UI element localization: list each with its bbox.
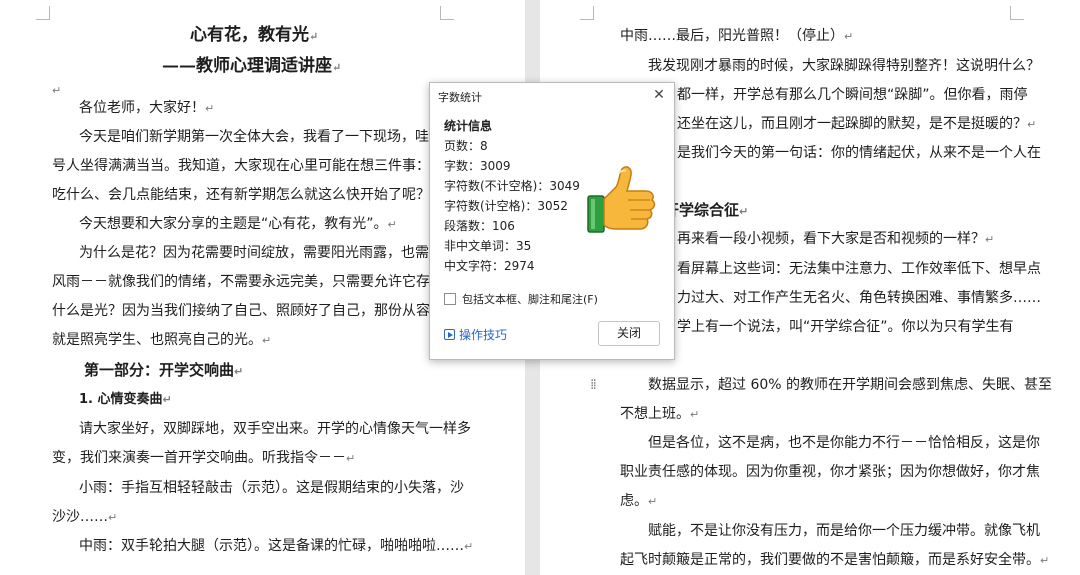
- body-line: 虑。↵: [620, 493, 658, 509]
- greeting-line: 各位老师，大家好！↵: [79, 100, 215, 116]
- drag-handle-icon[interactable]: ⁞⁞: [590, 377, 597, 393]
- body-line: 请大家坐好，双脚踩地，双手空出来。开学的心情像天气一样多: [79, 421, 471, 437]
- body-line: 沙沙……↵: [52, 509, 118, 525]
- thumbs-up-icon: [587, 166, 656, 233]
- body-line: 为什么是花？因为花需要时间绽放，需要阳光雨露，也需要接: [79, 245, 457, 261]
- body-line: 再来看一段小视频，看下大家是否和视频的一样？↵: [677, 231, 995, 247]
- body-line: 号人坐得满满当当。我知道，大家现在心里可能在想三件事：一会: [52, 158, 458, 174]
- body-line: 力过大、对工作产生无名火、角色转换困难、事情繁多……: [677, 290, 1041, 306]
- stat-chars-no-space: 字符数(不计空格)：3049: [444, 179, 580, 193]
- body-line: 吃什么、会几点能结束，还有新学期怎么就这么快开始了呢？↵: [52, 187, 439, 203]
- stat-words: 字数：3009: [444, 159, 511, 173]
- page-corner-mark: [36, 6, 50, 20]
- include-textbox-checkbox-row[interactable]: 包括文本框、脚注和尾注(F): [444, 291, 598, 307]
- tips-link[interactable]: 操作技巧: [444, 326, 507, 343]
- body-line: 不想上班。↵: [620, 406, 700, 422]
- stat-pages: 页数：8: [444, 139, 488, 153]
- body-line: 起飞时颠簸是正常的，我们要做的不是害怕颠簸，而是系好安全带。↵: [620, 552, 1050, 568]
- body-line: 变，我们来演奏一首开学交响曲。听我指令－－↵: [52, 450, 356, 466]
- body-line: 都一样，开学总有那么几个瞬间想“跺脚”。但你看，雨停: [677, 87, 1028, 103]
- body-line: 职业责任感的体现。因为你重视，你才紧张；因为你想做好，你才焦: [620, 464, 1040, 480]
- body-line: 但是各位，这不是病，也不是你能力不行－－恰恰相反，这是你: [648, 435, 1040, 451]
- include-textbox-checkbox[interactable]: [444, 293, 456, 305]
- sub-heading: 1. 心情变奏曲↵: [79, 392, 172, 407]
- tips-label: 操作技巧: [459, 328, 508, 342]
- play-icon: [444, 329, 455, 340]
- stat-chinese-chars: 中文字符：2974: [444, 259, 535, 273]
- body-line: 小雨：手指互相轻轻敲击（示范）。这是假期结束的小失落，沙: [79, 480, 464, 496]
- doc-subtitle: ——教师心理调适讲座↵: [162, 56, 342, 76]
- include-textbox-label: 包括文本框、脚注和尾注(F): [462, 293, 598, 306]
- body-line: 我发现刚才暴雨的时候，大家跺脚跺得特别整齐！这说明什么？: [648, 58, 1040, 74]
- doc-title: 心有花，教有光↵: [190, 25, 319, 45]
- body-line: 今天想要和大家分享的主题是“心有花，教有光”。↵: [79, 216, 397, 232]
- stat-non-chinese-words: 非中文单词：35: [444, 239, 532, 253]
- dialog-title: 字数统计: [438, 91, 482, 104]
- close-icon[interactable]: ✕: [650, 86, 668, 104]
- page-corner-mark: [1010, 6, 1024, 20]
- body-line: 中雨……最后，阳光普照！（停止）↵: [620, 28, 854, 44]
- body-line: 今天是咱们新学期第一次全体大会，我看了一下现场，哇，几: [79, 129, 457, 145]
- body-line: 还坐在这儿，而且刚才一起跺脚的默契，是不是挺暖的？↵: [677, 116, 1037, 132]
- body-line: 就是照亮学生、也照亮自己的光。↵: [52, 332, 272, 348]
- body-line: 看屏幕上这些词：无法集中注意力、工作效率低下、想早点: [677, 261, 1041, 277]
- body-line: 数据显示，超过 60% 的教师在开学期间会感到焦虑、失眠、甚至: [648, 377, 1053, 393]
- dialog-titlebar[interactable]: 字数统计 ✕: [430, 83, 674, 109]
- stats-heading: 统计信息: [444, 119, 493, 133]
- stat-paragraphs: 段落数：106: [444, 219, 515, 233]
- page-corner-mark: [580, 6, 594, 20]
- body-line: 风雨－－就像我们的情绪，不需要永远完美，只需要允许它存在。: [52, 274, 458, 290]
- body-line: 中雨：双手轮拍大腿（示范）。这是备课的忙碌，啪啪啪啦……↵: [79, 538, 474, 554]
- paragraph-mark: ↵: [52, 84, 62, 97]
- page-corner-mark: [440, 6, 454, 20]
- close-button[interactable]: 关闭: [598, 321, 660, 346]
- section-heading: 第一部分：开学交响曲↵: [84, 361, 244, 379]
- stat-chars-with-space: 字符数(计空格)：3052: [444, 199, 568, 213]
- body-line: 学上有一个说法，叫“开学综合征”。你以为只有学生有: [677, 319, 1014, 335]
- section-heading: 开学综合征↵: [664, 201, 749, 219]
- body-line: 是我们今天的第一句话：你的情绪起伏，从来不是一个人在: [677, 145, 1041, 161]
- body-line: 赋能，不是让你没有压力，而是给你一个压力缓冲带。就像飞机: [648, 523, 1040, 539]
- body-line: 什么是光？因为当我们接纳了自己、照顾好了自己，那份从容和温: [52, 303, 458, 319]
